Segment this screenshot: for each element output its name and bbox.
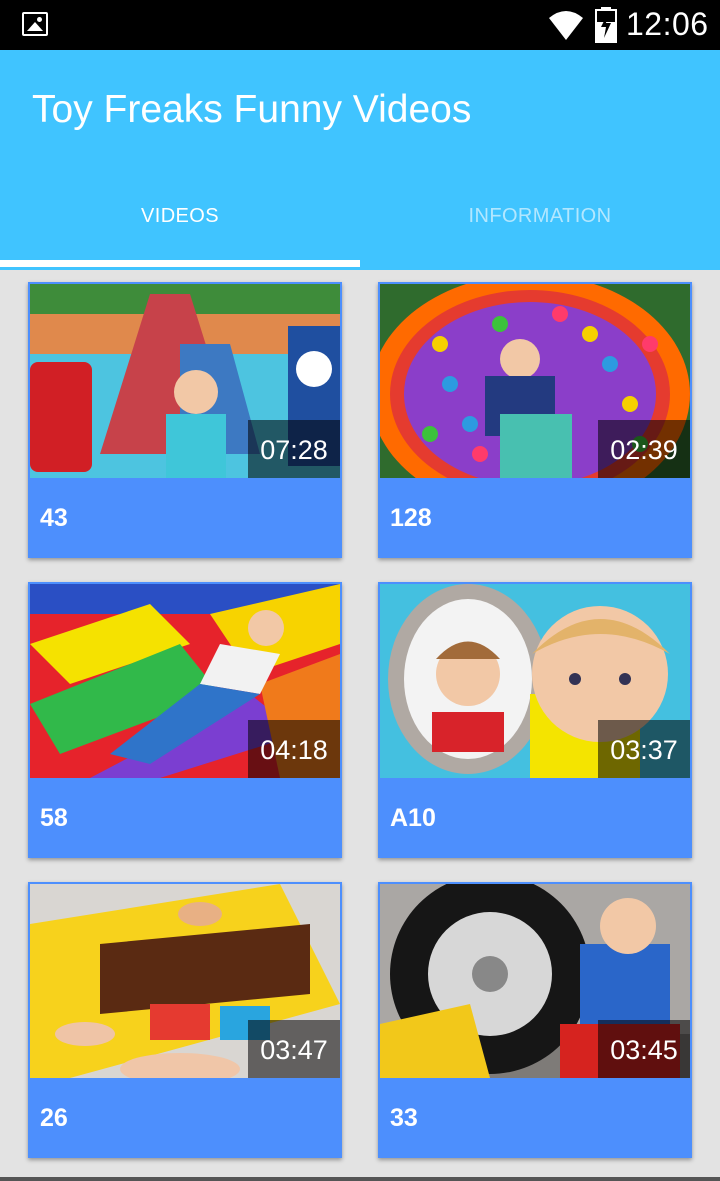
video-card[interactable]: 02:39 128 [378,282,692,558]
video-duration: 04:18 [248,720,340,778]
video-thumbnail[interactable]: 07:28 [30,284,340,478]
video-thumbnail[interactable]: 03:45 [380,884,690,1078]
video-title: 43 [40,504,68,532]
tab-videos[interactable]: VIDEOS [0,190,360,270]
bottom-divider [0,1177,720,1181]
video-title: 33 [390,1104,418,1132]
video-duration: 03:37 [598,720,690,778]
wifi-icon [549,11,583,40]
video-thumbnail[interactable]: 03:47 [30,884,340,1078]
status-clock: 12:06 [626,6,709,42]
video-title: 58 [40,804,68,832]
gallery-notification-icon [22,12,48,36]
video-title: A10 [390,804,436,832]
video-duration: 07:28 [248,420,340,478]
status-bar: 12:06 [0,0,720,50]
app-title: Toy Freaks Funny Videos [32,88,472,131]
video-duration: 03:47 [248,1020,340,1078]
tab-selected-indicator [0,260,360,267]
video-card[interactable]: 04:18 58 [28,582,342,858]
tab-information[interactable]: INFORMATION [360,190,720,270]
video-title: 26 [40,1104,68,1132]
video-card[interactable]: 07:28 43 [28,282,342,558]
video-card[interactable]: 03:37 A10 [378,582,692,858]
video-duration: 03:45 [598,1020,690,1078]
video-card[interactable]: 03:45 33 [378,882,692,1158]
video-thumbnail[interactable]: 02:39 [380,284,690,478]
video-duration: 02:39 [598,420,690,478]
battery-charging-icon [595,7,617,43]
video-card[interactable]: 03:47 26 [28,882,342,1158]
app-bar: Toy Freaks Funny Videos VIDEOS INFORMATI… [0,50,720,270]
video-thumbnail[interactable]: 04:18 [30,584,340,778]
video-title: 128 [390,504,432,532]
video-thumbnail[interactable]: 03:37 [380,584,690,778]
